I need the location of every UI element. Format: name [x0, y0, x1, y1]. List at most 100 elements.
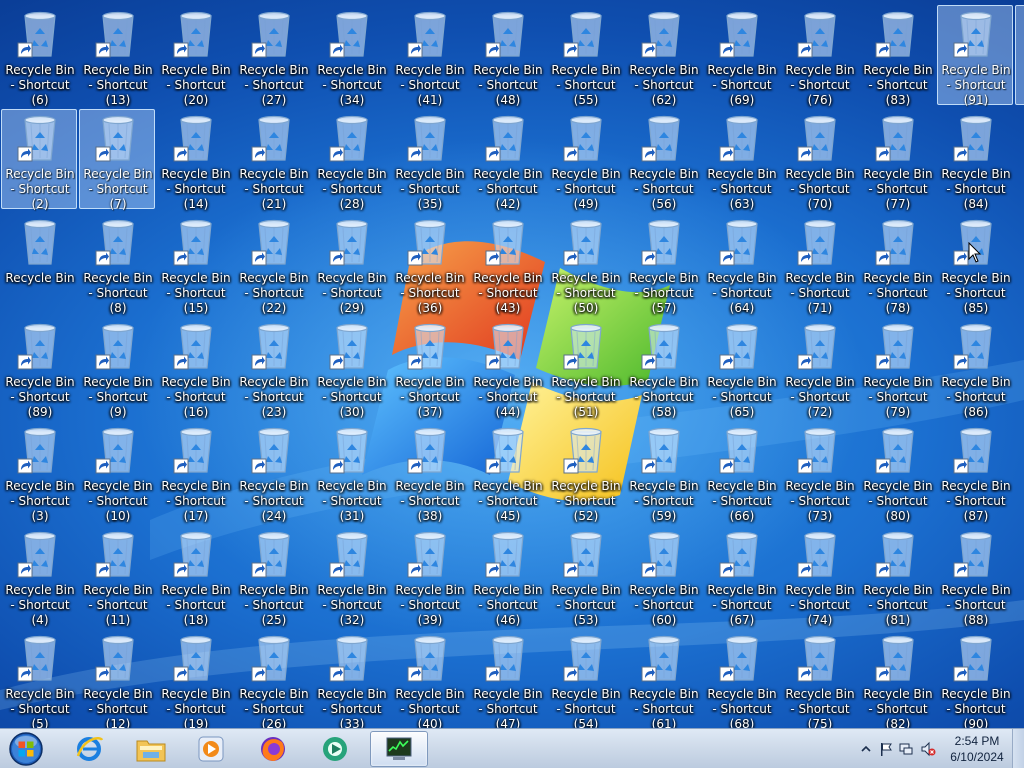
- desktop-icon[interactable]: Recycle Bin - Shortcut (29): [313, 213, 389, 315]
- taskbar-windows-explorer[interactable]: [122, 731, 180, 767]
- taskbar-media-player[interactable]: [182, 731, 240, 767]
- desktop-icon[interactable]: Recycle Bin - Shortcut (10): [79, 421, 155, 523]
- desktop-icon[interactable]: Recycle Bin - Shortcut (38): [391, 421, 467, 523]
- desktop-icon[interactable]: Recycle Bin - Shortcut (76): [781, 5, 857, 107]
- desktop[interactable]: Recycle Bin - Shortcut (6) Recycle Bin - …: [0, 0, 1024, 728]
- desktop-icon[interactable]: Recycle Bin - Shortcut (75): [781, 629, 857, 728]
- desktop-icon[interactable]: Recycle Bin - Shortcut (72): [781, 317, 857, 419]
- desktop-icon[interactable]: Recycle Bin - Shortcut (88): [937, 525, 1013, 627]
- desktop-icon-partial[interactable]: [1015, 317, 1024, 417]
- desktop-icon[interactable]: Recycle Bin - Shortcut (65): [703, 317, 779, 419]
- desktop-icon[interactable]: Recycle Bin - Shortcut (12): [79, 629, 155, 728]
- desktop-icon[interactable]: Recycle Bin - Shortcut (44): [469, 317, 545, 419]
- desktop-icon[interactable]: Recycle Bin - Shortcut (86): [937, 317, 1013, 419]
- taskbar-task-manager[interactable]: [370, 731, 428, 767]
- desktop-icon[interactable]: Recycle Bin - Shortcut (32): [313, 525, 389, 627]
- desktop-icon[interactable]: Recycle Bin - Shortcut (74): [781, 525, 857, 627]
- desktop-icon[interactable]: Recycle Bin - Shortcut (58): [625, 317, 701, 419]
- desktop-icon[interactable]: Recycle Bin - Shortcut (41): [391, 5, 467, 107]
- desktop-icon[interactable]: Recycle Bin - Shortcut (70): [781, 109, 857, 211]
- show-hidden-icons-arrow-icon[interactable]: [858, 741, 874, 757]
- desktop-icon[interactable]: Recycle Bin - Shortcut (49): [547, 109, 623, 211]
- desktop-icon[interactable]: Recycle Bin - Shortcut (22): [235, 213, 311, 315]
- desktop-icon[interactable]: Recycle Bin - Shortcut (77): [859, 109, 935, 211]
- desktop-icon[interactable]: Recycle Bin - Shortcut (81): [859, 525, 935, 627]
- desktop-icon-partial[interactable]: [1015, 629, 1024, 728]
- desktop-icon[interactable]: Recycle Bin - Shortcut (17): [157, 421, 233, 523]
- desktop-icon[interactable]: Recycle Bin - Shortcut (5): [1, 629, 77, 728]
- action-center-flag-icon[interactable]: [878, 741, 894, 757]
- network-icon[interactable]: [898, 741, 914, 757]
- desktop-icon[interactable]: Recycle Bin - Shortcut (71): [781, 213, 857, 315]
- desktop-icon[interactable]: Recycle Bin - Shortcut (53): [547, 525, 623, 627]
- desktop-icon[interactable]: Recycle Bin - Shortcut (3): [1, 421, 77, 523]
- desktop-icon[interactable]: Recycle Bin - Shortcut (27): [235, 5, 311, 107]
- desktop-icon[interactable]: Recycle Bin - Shortcut (43): [469, 213, 545, 315]
- taskbar-firefox[interactable]: [244, 731, 302, 767]
- desktop-icon[interactable]: Recycle Bin - Shortcut (47): [469, 629, 545, 728]
- desktop-icon[interactable]: Recycle Bin - Shortcut (63): [703, 109, 779, 211]
- desktop-icon[interactable]: Recycle Bin - Shortcut (25): [235, 525, 311, 627]
- desktop-icon-partial[interactable]: [1015, 525, 1024, 625]
- start-button[interactable]: [4, 729, 48, 768]
- desktop-icon[interactable]: Recycle Bin - Shortcut (87): [937, 421, 1013, 523]
- desktop-icon[interactable]: Recycle Bin - Shortcut (11): [79, 525, 155, 627]
- desktop-icon[interactable]: Recycle Bin - Shortcut (48): [469, 5, 545, 107]
- desktop-icon[interactable]: Recycle Bin - Shortcut (83): [859, 5, 935, 107]
- desktop-icon[interactable]: Recycle Bin - Shortcut (89): [1, 317, 77, 419]
- desktop-icon[interactable]: Recycle Bin - Shortcut (66): [703, 421, 779, 523]
- desktop-icon[interactable]: Recycle Bin - Shortcut (4): [1, 525, 77, 627]
- volume-muted-icon[interactable]: [920, 741, 936, 757]
- desktop-icon[interactable]: Recycle Bin - Shortcut (19): [157, 629, 233, 728]
- desktop-icon[interactable]: Recycle Bin - Shortcut (31): [313, 421, 389, 523]
- desktop-icon[interactable]: Recycle Bin - Shortcut (35): [391, 109, 467, 211]
- desktop-icon[interactable]: Recycle Bin - Shortcut (15): [157, 213, 233, 315]
- desktop-icon[interactable]: Recycle Bin - Shortcut (50): [547, 213, 623, 315]
- desktop-icon[interactable]: Recycle Bin - Shortcut (79): [859, 317, 935, 419]
- desktop-icon[interactable]: Recycle Bin - Shortcut (55): [547, 5, 623, 107]
- desktop-icon[interactable]: Recycle Bin - Shortcut (45): [469, 421, 545, 523]
- desktop-icon[interactable]: Recycle Bin - Shortcut (28): [313, 109, 389, 211]
- desktop-icon[interactable]: Recycle Bin - Shortcut (90): [937, 629, 1013, 728]
- clock[interactable]: 2:54 PM 6/10/2024: [944, 733, 1010, 765]
- desktop-icon-partial[interactable]: [1015, 5, 1024, 105]
- desktop-icon[interactable]: Recycle Bin - Shortcut (6): [1, 5, 77, 107]
- desktop-icon[interactable]: Recycle Bin - Shortcut (7): [79, 109, 155, 211]
- desktop-icon[interactable]: Recycle Bin - Shortcut (30): [313, 317, 389, 419]
- desktop-icon[interactable]: Recycle Bin - Shortcut (13): [79, 5, 155, 107]
- desktop-icon[interactable]: Recycle Bin - Shortcut (68): [703, 629, 779, 728]
- desktop-icon[interactable]: Recycle Bin - Shortcut (60): [625, 525, 701, 627]
- desktop-icon[interactable]: Recycle Bin - Shortcut (9): [79, 317, 155, 419]
- desktop-icon[interactable]: Recycle Bin - Shortcut (61): [625, 629, 701, 728]
- desktop-icon[interactable]: Recycle Bin - Shortcut (36): [391, 213, 467, 315]
- desktop-icon[interactable]: Recycle Bin - Shortcut (40): [391, 629, 467, 728]
- desktop-icon[interactable]: Recycle Bin - Shortcut (33): [313, 629, 389, 728]
- desktop-icon[interactable]: Recycle Bin - Shortcut (34): [313, 5, 389, 107]
- desktop-icon[interactable]: Recycle Bin: [1, 213, 77, 313]
- desktop-icon-partial[interactable]: [1015, 213, 1024, 313]
- desktop-icon[interactable]: Recycle Bin - Shortcut (78): [859, 213, 935, 315]
- desktop-icon[interactable]: Recycle Bin - Shortcut (14): [157, 109, 233, 211]
- desktop-icon[interactable]: Recycle Bin - Shortcut (23): [235, 317, 311, 419]
- desktop-icon[interactable]: Recycle Bin - Shortcut (57): [625, 213, 701, 315]
- desktop-icon[interactable]: Recycle Bin - Shortcut (82): [859, 629, 935, 728]
- desktop-icon[interactable]: Recycle Bin - Shortcut (67): [703, 525, 779, 627]
- taskbar-internet-explorer[interactable]: [60, 731, 118, 767]
- desktop-icon[interactable]: Recycle Bin - Shortcut (26): [235, 629, 311, 728]
- desktop-icon[interactable]: Recycle Bin - Shortcut (39): [391, 525, 467, 627]
- desktop-icon[interactable]: Recycle Bin - Shortcut (80): [859, 421, 935, 523]
- desktop-icon[interactable]: Recycle Bin - Shortcut (69): [703, 5, 779, 107]
- desktop-icon[interactable]: Recycle Bin - Shortcut (84): [937, 109, 1013, 211]
- show-desktop-button[interactable]: [1012, 729, 1024, 768]
- desktop-icon[interactable]: Recycle Bin - Shortcut (56): [625, 109, 701, 211]
- desktop-icon[interactable]: Recycle Bin - Shortcut (37): [391, 317, 467, 419]
- desktop-icon[interactable]: Recycle Bin - Shortcut (21): [235, 109, 311, 211]
- desktop-icon[interactable]: Recycle Bin - Shortcut (18): [157, 525, 233, 627]
- desktop-icon[interactable]: Recycle Bin - Shortcut (46): [469, 525, 545, 627]
- desktop-icon[interactable]: Recycle Bin - Shortcut (20): [157, 5, 233, 107]
- taskbar-app[interactable]: [306, 731, 364, 767]
- desktop-icon[interactable]: Recycle Bin - Shortcut (91): [937, 5, 1013, 107]
- desktop-icon[interactable]: Recycle Bin - Shortcut (73): [781, 421, 857, 523]
- desktop-icon[interactable]: Recycle Bin - Shortcut (52): [547, 421, 623, 523]
- desktop-icon[interactable]: Recycle Bin - Shortcut (64): [703, 213, 779, 315]
